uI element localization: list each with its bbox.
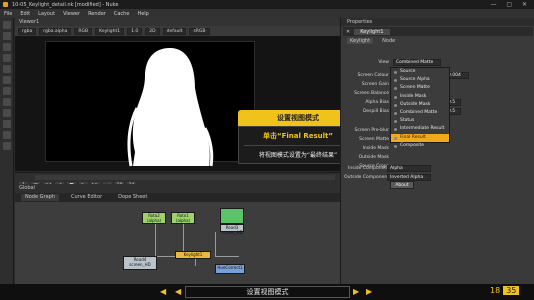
layer-select[interactable]: rgba.alpha [39,27,72,35]
prev-step-icon[interactable]: ◀ [175,287,181,296]
frame-range-select[interactable]: Global [15,184,340,193]
viewer-controls: rgba rgba.alpha RGB Keylight1 1.0 2D def… [15,26,340,36]
view-label: View [378,60,389,65]
keyer-tool-icon[interactable] [3,87,11,95]
screen-gain-label: Screen Gain [361,82,389,87]
views-tool-icon[interactable] [3,131,11,139]
view-option-screen-matte[interactable]: Screen Matte [391,84,449,92]
channels-select[interactable]: rgba [18,27,37,35]
properties-node-header: ✕ Keylight1 [343,27,533,36]
last-step-icon[interactable]: ▶ [366,287,372,296]
viewer-tab[interactable]: Viewer1 [15,18,340,26]
first-step-icon[interactable]: ◀ [160,287,166,296]
node-huecorrect1[interactable]: HueCorrect1 [215,264,245,274]
node-read4[interactable]: Read4 screen_HD [123,256,157,270]
window-titlebar: 10-05_Keylight_detail.nk [modified] - Nu… [0,0,534,9]
input-a-select[interactable]: Keylight1 [95,27,125,35]
menu-file[interactable]: File [4,11,12,18]
total-pages: 35 [503,286,520,295]
next-step-icon[interactable]: ▶ [353,287,359,296]
gain-field[interactable]: 1.0 [127,27,143,35]
menu-layout[interactable]: Layout [38,11,55,18]
node-keylight1[interactable]: Keylight1 [175,251,211,259]
node-toolbar [0,18,14,300]
3d-tool-icon[interactable] [3,120,11,128]
filter-tool-icon[interactable] [3,76,11,84]
callout-step: 单击“Final Result” [263,132,333,140]
close-icon[interactable]: ✕ [346,29,350,35]
transform-tool-icon[interactable] [3,109,11,117]
proxy-select[interactable]: default [162,27,187,35]
callout-desc: 将视图模式设置为“最终结果” [244,145,352,159]
outside-mask-label: Outside Mask [358,155,389,160]
view-option-outside-mask[interactable]: Outside Mask [391,101,449,109]
other-tool-icon[interactable] [3,142,11,150]
menu-viewer[interactable]: Viewer [63,11,80,18]
node-graph-canvas[interactable]: Roto2 (alpha) Roto1 (alpha) Read3 screen… [15,202,340,284]
color-tool-icon[interactable] [3,65,11,73]
view-option-source-alpha[interactable]: Source Alpha [391,76,449,84]
view-option-source[interactable]: Source [391,68,449,76]
window-controls[interactable]: — ▢ ✕ [490,1,531,8]
node-edge [155,220,156,256]
tab-keylight[interactable]: Keylight [347,38,374,44]
view-option-final-result[interactable]: Final Result [391,133,449,142]
step-label: 设置视图模式 [185,286,350,298]
merge-tool-icon[interactable] [3,98,11,106]
lut-select[interactable]: sRGB [189,27,210,35]
view-option-composite[interactable]: Composite [391,142,449,150]
nodegraph-tabs: Node Graph Curve Editor Dope Sheet [15,193,340,202]
view-option-intermediate-result[interactable]: Intermediate Result [391,125,449,133]
time-tool-icon[interactable] [3,43,11,51]
view-option-inside-mask[interactable]: Inside Mask [391,93,449,101]
screen-colour-label: Screen Colour [357,73,389,78]
menu-bar: File Edit Layout Viewer Render Cache Hel… [0,9,534,18]
outside-component-label: Outside Component [344,175,389,180]
timeline-ruler[interactable] [35,175,335,180]
view-option-status[interactable]: Status [391,117,449,125]
view-mode-select[interactable]: 2D [145,27,160,35]
node-name-field[interactable]: Keylight1 [354,28,390,35]
tutorial-bottom-bar: ◀ ◀ 设置视图模式 ▶ ▶ 18 35 [0,284,534,300]
menu-help[interactable]: Help [137,11,148,18]
node-read3[interactable]: Read3 screen_HD [220,224,244,234]
draw-tool-icon[interactable] [3,32,11,40]
outside-component-select[interactable]: Inverted Alpha [387,174,431,181]
tab-dope-sheet[interactable]: Dope Sheet [114,194,151,201]
node-roto1[interactable]: Roto1 (alpha) [171,212,195,224]
channel-tool-icon[interactable] [3,54,11,62]
despill-bias-label: Despill Bias [362,109,389,114]
properties-subtabs: Keylight Node [343,37,402,45]
view-dropdown: Source Source Alpha Screen Matte Inside … [390,67,450,148]
properties-tab[interactable]: Properties [341,18,534,26]
inside-component-label: Inside Component [348,166,389,171]
properties-panel: Properties ✕ Keylight1 Keylight Node Vie… [340,18,534,284]
node-read3-thumbnail[interactable] [220,208,244,224]
menu-edit[interactable]: Edit [20,11,30,18]
image-tool-icon[interactable] [3,21,11,29]
menu-cache[interactable]: Cache [114,11,130,18]
display-channel-select[interactable]: RGB [74,27,93,35]
window-title: 10-05_Keylight_detail.nk [modified] - Nu… [12,2,119,8]
nuke-app-icon [3,2,8,7]
alpha-matte-silhouette [127,48,214,167]
tab-node[interactable]: Node [379,38,398,44]
about-button[interactable]: About [390,181,414,189]
node-edge [215,232,216,256]
current-page: 18 [490,286,501,295]
node-roto2[interactable]: Roto2 (alpha) [142,212,166,224]
tab-curve-editor[interactable]: Curve Editor [67,194,106,201]
alpha-bias-label: Alpha Bias [365,100,389,105]
page-indicator: 18 35 [490,286,520,295]
view-option-combined-matte[interactable]: Combined Matte [391,109,449,117]
view-select[interactable]: Combined Matte [393,59,441,66]
inside-mask-label: Inside Mask [362,146,389,151]
screen-matte-label: Screen Matte [359,137,389,142]
tab-node-graph[interactable]: Node Graph [21,194,59,201]
screen-preblur-label: Screen Pre-blur [354,128,390,133]
menu-render[interactable]: Render [88,11,106,18]
screen-balance-label: Screen Balance [354,91,389,96]
inside-component-select[interactable]: Alpha [387,165,431,172]
node-edge [215,256,239,257]
